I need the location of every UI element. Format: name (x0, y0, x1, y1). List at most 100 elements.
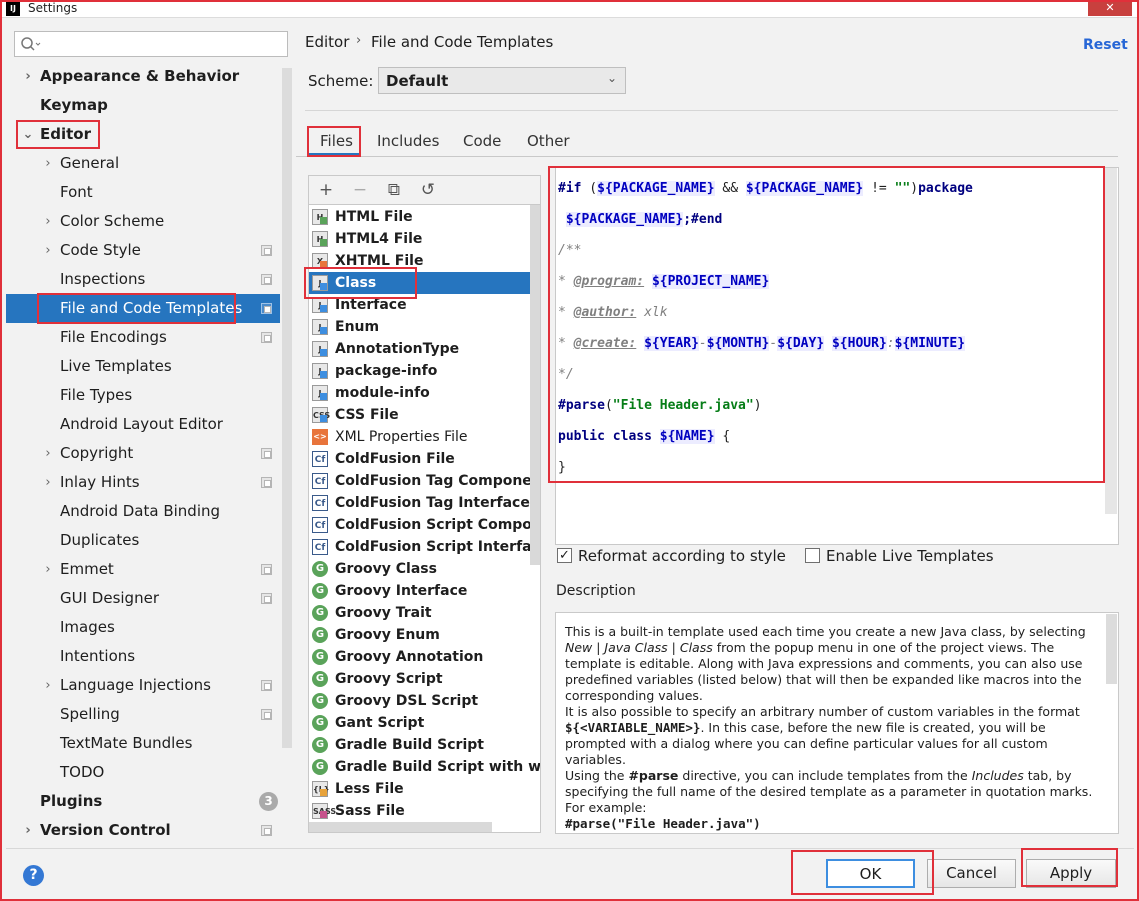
sidebar-item[interactable]: GUI Designer (6, 584, 280, 613)
template-list-item[interactable]: G Gradle Build Script with wrapp (309, 756, 540, 778)
sidebar-item[interactable]: › Color Scheme (6, 207, 280, 236)
chevron-right-icon[interactable]: › (42, 236, 54, 265)
sidebar-item[interactable]: › Appearance & Behavior (6, 62, 280, 91)
template-list-item[interactable]: G Groovy Trait (309, 602, 540, 624)
chevron-down-icon[interactable]: ⌄ (22, 120, 34, 149)
sidebar-item[interactable]: › General (6, 149, 280, 178)
tab-code[interactable]: Code (463, 132, 501, 150)
sidebar-item[interactable]: Images (6, 613, 280, 642)
sidebar-item[interactable]: Plugins 3 (6, 787, 280, 816)
apply-button[interactable]: Apply (1026, 859, 1116, 888)
sidebar-item[interactable]: TODO (6, 758, 280, 787)
sidebar-item[interactable]: Android Layout Editor (6, 410, 280, 439)
breadcrumb-parent: Editor (305, 33, 350, 51)
template-list-item[interactable]: H HTML File (309, 206, 540, 228)
editor-scrollbar[interactable] (1105, 168, 1117, 514)
scheme-select[interactable]: Default ⌄ (378, 67, 626, 94)
page-title: File and Code Templates (371, 33, 554, 51)
chevron-right-icon[interactable]: › (42, 555, 54, 584)
sidebar-item[interactable]: Spelling (6, 700, 280, 729)
template-list-item[interactable]: Cf ColdFusion File (309, 448, 540, 470)
revert-icon[interactable]: ↺ (417, 179, 439, 201)
template-list-item[interactable]: CSS CSS File (309, 404, 540, 426)
sidebar-item[interactable]: Android Data Binding (6, 497, 280, 526)
template-list-item[interactable]: J Interface (309, 294, 540, 316)
chevron-right-icon[interactable]: › (22, 816, 34, 845)
template-list-item[interactable]: G Gradle Build Script (309, 734, 540, 756)
sidebar-item[interactable]: Live Templates (6, 352, 280, 381)
chevron-right-icon[interactable]: › (42, 207, 54, 236)
close-icon[interactable]: ✕ (1088, 0, 1132, 16)
search-icon (21, 37, 41, 51)
template-list-item[interactable]: Jmodule-info (309, 382, 540, 404)
sidebar-item-label: Font (60, 183, 93, 201)
description-scrollbar[interactable] (1106, 614, 1117, 684)
template-list-item[interactable]: Cf ColdFusion Script Interface (309, 536, 540, 558)
template-list-item[interactable]: Cf ColdFusion Script Component (309, 514, 540, 536)
template-list-item[interactable]: Cf ColdFusion Tag Component (309, 470, 540, 492)
template-list-item[interactable]: Jpackage-info (309, 360, 540, 382)
sidebar-item[interactable]: › Code Style (6, 236, 280, 265)
template-list-item[interactable]: X XHTML File (309, 250, 540, 272)
copy-icon[interactable]: ⧉ (383, 179, 405, 201)
sidebar-item[interactable]: › Version Control (6, 816, 280, 845)
sidebar-item-label: GUI Designer (60, 589, 159, 607)
sidebar-item[interactable]: Keymap (6, 91, 280, 120)
template-list-item[interactable]: G Groovy Interface (309, 580, 540, 602)
chevron-right-icon[interactable]: › (42, 149, 54, 178)
sidebar-item[interactable]: Duplicates (6, 526, 280, 555)
template-list-item[interactable]: J Class (309, 272, 540, 294)
sidebar-item[interactable]: › Inlay Hints (6, 468, 280, 497)
chevron-right-icon[interactable]: › (42, 671, 54, 700)
template-list-item[interactable]: G Groovy Script (309, 668, 540, 690)
template-name: module-info (335, 385, 430, 401)
template-list-scrollbar[interactable] (530, 205, 540, 565)
reformat-label: Reformat according to style (578, 547, 786, 565)
tab-includes[interactable]: Includes (377, 132, 439, 150)
sidebar-item[interactable]: Intentions (6, 642, 280, 671)
template-code-editor[interactable]: #if (${PACKAGE_NAME} && ${PACKAGE_NAME} … (555, 167, 1119, 545)
template-list-item[interactable]: G Groovy DSL Script (309, 690, 540, 712)
reformat-checkbox[interactable]: ✓ (557, 548, 572, 563)
sidebar-item[interactable]: Font (6, 178, 280, 207)
chevron-right-icon[interactable]: › (22, 62, 34, 91)
template-list-item[interactable]: <> XML Properties File (309, 426, 540, 448)
add-icon[interactable]: + (315, 179, 337, 201)
sidebar-item[interactable]: › Copyright (6, 439, 280, 468)
sidebar-item[interactable]: › Emmet (6, 555, 280, 584)
sidebar-item[interactable]: File Types (6, 381, 280, 410)
sidebar-item[interactable]: Inspections (6, 265, 280, 294)
reset-link[interactable]: Reset (1083, 37, 1128, 53)
template-list-item[interactable]: J AnnotationType (309, 338, 540, 360)
live-templates-checkbox[interactable] (805, 548, 820, 563)
sidebar-item[interactable]: ⌄ Editor (6, 120, 280, 149)
template-list-horizontal-scrollbar[interactable] (309, 822, 492, 832)
sidebar-item-label: Intentions (60, 647, 136, 665)
template-list-item[interactable]: J Enum (309, 316, 540, 338)
template-list-item[interactable]: H HTML4 File (309, 228, 540, 250)
sidebar-item[interactable]: File and Code Templates (6, 294, 280, 323)
remove-icon[interactable]: − (349, 179, 371, 201)
cancel-button[interactable]: Cancel (927, 859, 1016, 888)
code-token: xlk (644, 305, 668, 320)
template-list-item[interactable]: Cf ColdFusion Tag Interface (309, 492, 540, 514)
file-type-icon: J (312, 297, 328, 313)
chevron-right-icon[interactable]: › (42, 468, 54, 497)
template-list-item[interactable]: G Gant Script (309, 712, 540, 734)
chevron-right-icon[interactable]: › (42, 439, 54, 468)
sidebar-item[interactable]: TextMate Bundles (6, 729, 280, 758)
sidebar-item[interactable]: › Language Injections (6, 671, 280, 700)
sidebar-item[interactable]: File Encodings (6, 323, 280, 352)
tab-files[interactable]: Files (320, 132, 353, 150)
template-list-item[interactable]: G Groovy Annotation (309, 646, 540, 668)
template-list-item[interactable]: G Groovy Enum (309, 624, 540, 646)
search-input[interactable] (14, 31, 288, 57)
ok-button[interactable]: OK (826, 859, 915, 888)
help-icon[interactable]: ? (23, 865, 44, 886)
tab-other[interactable]: Other (527, 132, 570, 150)
code-token: : (886, 336, 895, 351)
sidebar-scrollbar[interactable] (282, 68, 292, 748)
template-list-item[interactable]: G Groovy Class (309, 558, 540, 580)
template-list-item[interactable]: SASS Sass File (309, 800, 540, 822)
template-list-item[interactable]: {L} Less File (309, 778, 540, 800)
